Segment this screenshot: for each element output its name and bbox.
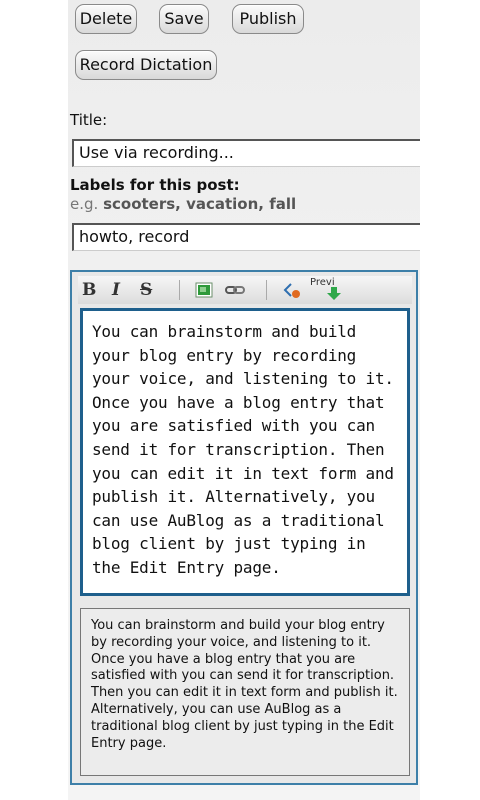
- insert-image-icon[interactable]: [194, 280, 214, 300]
- strikethrough-button[interactable]: S: [140, 280, 158, 300]
- record-dictation-button[interactable]: Record Dictation: [75, 50, 217, 80]
- publish-button[interactable]: Publish: [232, 4, 304, 34]
- labels-hint-examples: scooters, vacation, fall: [103, 195, 297, 213]
- italic-button[interactable]: I: [112, 280, 126, 300]
- toolbar-separator: [179, 280, 180, 300]
- title-input[interactable]: Use via recording...: [72, 139, 420, 167]
- labels-hint-prefix: e.g.: [70, 195, 104, 213]
- toolbar-separator: [266, 280, 267, 300]
- labels-label: Labels for this post:: [70, 176, 240, 194]
- preview-button[interactable]: Previ: [310, 277, 344, 303]
- labels-hint: e.g. scooters, vacation, fall: [70, 195, 296, 213]
- delete-button[interactable]: Delete: [75, 4, 137, 34]
- html-source-icon[interactable]: [282, 280, 304, 300]
- labels-input[interactable]: howto, record: [72, 223, 420, 251]
- preview-arrow-icon: [327, 287, 341, 300]
- editor-toolbar: B I S Previ: [78, 276, 412, 304]
- link-icon[interactable]: [224, 280, 246, 300]
- save-button[interactable]: Save: [159, 4, 209, 34]
- entry-editor[interactable]: You can brainstorm and build your blog e…: [80, 308, 410, 596]
- entry-preview: You can brainstorm and build your blog e…: [80, 608, 410, 776]
- title-label: Title:: [70, 111, 108, 129]
- bold-button[interactable]: B: [82, 280, 100, 300]
